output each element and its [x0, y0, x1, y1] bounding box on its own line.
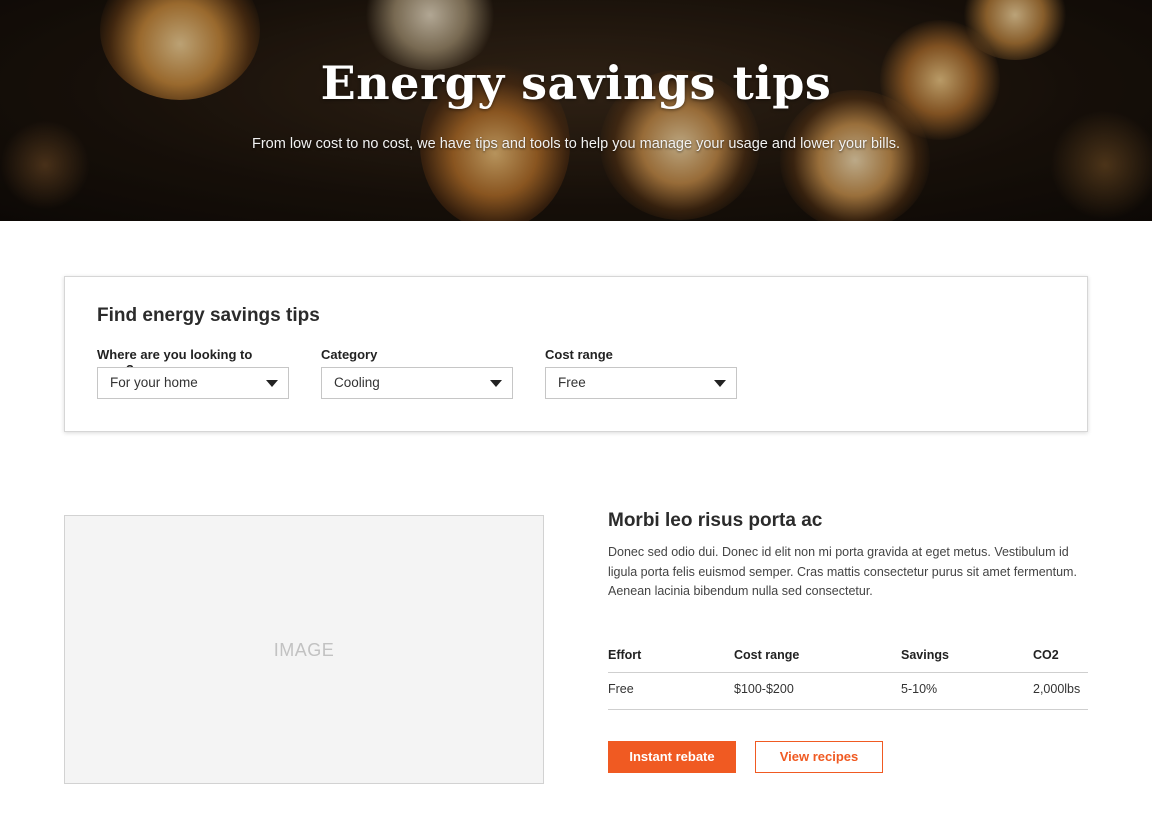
tip-image-placeholder: IMAGE — [64, 515, 544, 784]
category-filter: Category Cooling — [321, 347, 513, 399]
location-select[interactable]: For your home — [97, 367, 289, 399]
page-subtitle: From low cost to no cost, we have tips a… — [251, 136, 900, 152]
tip-title: Morbi leo risus porta ac — [608, 510, 823, 531]
category-select[interactable]: Cooling — [321, 367, 513, 399]
category-filter-label: Category — [321, 347, 378, 362]
category-select-value: Cooling — [334, 375, 380, 390]
hero-banner: Energy savings tips From low cost to no … — [0, 0, 1152, 221]
cost-range-select[interactable]: Free — [545, 367, 737, 399]
table-header-row: Effort Cost range Savings CO2 — [608, 646, 1088, 673]
cost-range-filter-label: Cost range — [545, 347, 613, 362]
tip-metrics-table: Effort Cost range Savings CO2 Free $100-… — [608, 646, 1088, 710]
location-select-value: For your home — [110, 375, 198, 390]
effort-header: Effort — [608, 648, 642, 662]
view-recipes-button[interactable]: View recipes — [755, 741, 883, 773]
location-filter-label: Where are you looking to save? — [97, 347, 253, 377]
location-filter: Where are you looking to save? For your … — [97, 347, 289, 399]
cost-range-select-value: Free — [558, 375, 586, 390]
instant-rebate-button[interactable]: Instant rebate — [608, 741, 736, 773]
co2-value: 2,000lbs — [1033, 682, 1081, 696]
cost-range-header: Cost range — [734, 648, 800, 662]
cost-range-filter: Cost range Free — [545, 347, 737, 399]
page-title: Energy savings tips — [320, 56, 832, 110]
effort-value: Free — [608, 682, 634, 696]
tip-description: Donec sed odio dui. Donec id elit non mi… — [608, 545, 1077, 598]
cost-range-value: $100-$200 — [734, 682, 794, 696]
savings-header: Savings — [901, 648, 949, 662]
caret-down-icon — [490, 380, 502, 387]
caret-down-icon — [714, 380, 726, 387]
filter-title: Find energy savings tips — [97, 305, 320, 326]
caret-down-icon — [266, 380, 278, 387]
image-placeholder-label: IMAGE — [273, 640, 335, 660]
hero-overlay — [0, 0, 1152, 221]
table-row: Free $100-$200 5-10% 2,000lbs — [608, 673, 1088, 710]
filter-card: Find energy savings tips Where are you l… — [64, 276, 1088, 432]
savings-value: 5-10% — [901, 682, 938, 696]
co2-header: CO2 — [1033, 648, 1059, 662]
